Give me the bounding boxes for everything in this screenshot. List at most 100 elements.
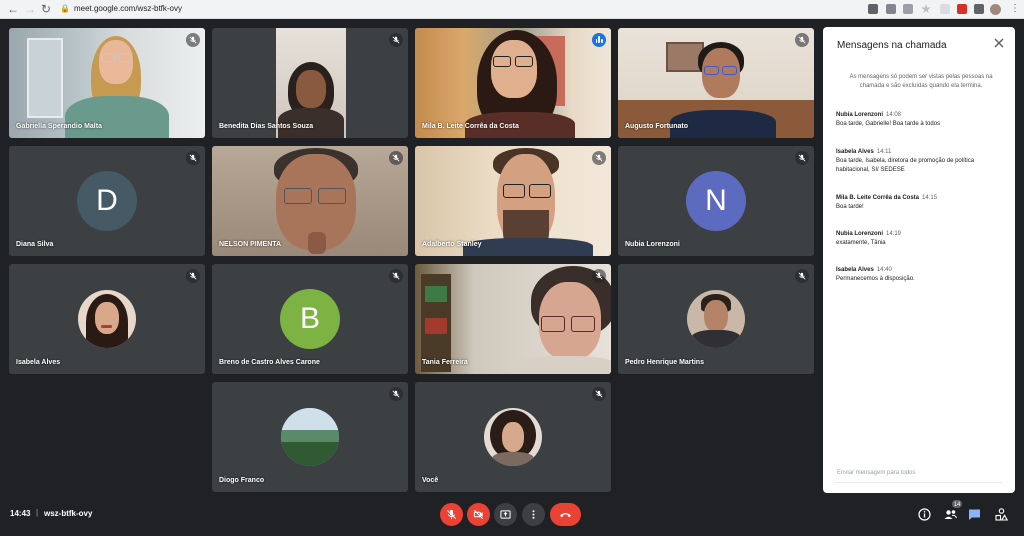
chat-input-underline bbox=[835, 482, 1003, 483]
star-icon[interactable] bbox=[921, 4, 931, 14]
participant-name: Diana Silva bbox=[16, 241, 54, 248]
mic-off-icon bbox=[592, 387, 606, 401]
mic-off-icon bbox=[795, 269, 809, 283]
meeting-time: 14:43 bbox=[10, 509, 31, 518]
share-icon[interactable] bbox=[903, 4, 913, 14]
videocam-off-icon bbox=[473, 509, 484, 520]
activities-icon[interactable] bbox=[995, 508, 1008, 521]
participant-tile[interactable]: Benedita Dias Santos Souza bbox=[212, 28, 408, 138]
hand bbox=[308, 232, 326, 254]
lock-icon: 🔒 bbox=[60, 4, 70, 13]
more-vert-icon[interactable]: ⋮ bbox=[1010, 1, 1020, 17]
mic-off-icon bbox=[592, 269, 606, 283]
call-end-icon bbox=[560, 513, 571, 518]
separator: | bbox=[36, 508, 39, 517]
message-time: 14:19 bbox=[886, 231, 902, 237]
message-text: exatamente, Tânia bbox=[836, 240, 886, 246]
profile-avatar[interactable] bbox=[990, 4, 1001, 15]
avatar-photo bbox=[78, 290, 136, 348]
participant-name: Pedro Henrique Martins bbox=[625, 359, 704, 366]
chat-message: Mila B. Leite Corrêa da Costa 14:15 Boa t… bbox=[836, 194, 1006, 212]
chat-message-input[interactable]: Enviar mensagem para todos bbox=[837, 467, 1003, 479]
participant-tile-self[interactable]: Você bbox=[415, 382, 611, 492]
camera-toggle-button[interactable] bbox=[467, 503, 490, 526]
avatar-photo bbox=[687, 290, 745, 348]
message-sender: Isabela Alves bbox=[836, 267, 874, 273]
participant-tile[interactable]: Adalberto Stanley bbox=[415, 146, 611, 256]
info-icon[interactable] bbox=[918, 508, 931, 521]
message-time: 14:11 bbox=[876, 149, 892, 155]
participant-tile[interactable]: Tania Ferreira bbox=[415, 264, 611, 374]
participant-tile[interactable]: D Diana Silva bbox=[9, 146, 205, 256]
participant-tile[interactable]: Augusto Fortunato bbox=[618, 28, 814, 138]
mic-off-icon bbox=[389, 269, 403, 283]
participant-tile[interactable]: Pedro Henrique Martins bbox=[618, 264, 814, 374]
window-background bbox=[27, 38, 63, 118]
participant-tile[interactable]: Gabriella Sperandio Malta bbox=[9, 28, 205, 138]
participant-tile[interactable]: Diogo Franco bbox=[212, 382, 408, 492]
reload-button[interactable]: ↻ bbox=[41, 1, 51, 17]
extension-icon[interactable] bbox=[940, 4, 950, 14]
avatar-initial: N bbox=[686, 171, 746, 231]
participant-name: Benedita Dias Santos Souza bbox=[219, 123, 314, 130]
participant-name: NELSON PIMENTA bbox=[219, 241, 282, 248]
message-sender: Nubia Lorenzoni bbox=[836, 112, 883, 118]
end-call-button[interactable] bbox=[550, 503, 581, 526]
mic-off-icon bbox=[592, 151, 606, 165]
mic-off-icon bbox=[186, 33, 200, 47]
present-screen-button[interactable] bbox=[494, 503, 517, 526]
close-icon[interactable] bbox=[992, 36, 1006, 50]
participant-name: Augusto Fortunato bbox=[625, 123, 688, 130]
mic-toggle-button[interactable] bbox=[440, 503, 463, 526]
address-bar[interactable]: 🔒 meet.google.com/wsz-btfk-ovy bbox=[60, 1, 182, 17]
chat-panel: Mensagens na chamada As mensagens só pod… bbox=[823, 27, 1015, 493]
chat-message: Isabela Alves 14:11 Boa tarde, Isabela, d… bbox=[836, 148, 1006, 175]
participant-count-badge: 14 bbox=[951, 499, 963, 509]
participant-tile[interactable]: B Breno de Castro Alves Carone bbox=[212, 264, 408, 374]
meeting-code: wsz-btfk-ovy bbox=[44, 509, 93, 518]
message-sender: Isabela Alves bbox=[836, 149, 874, 155]
mic-off-icon bbox=[389, 387, 403, 401]
mic-off-icon bbox=[389, 33, 403, 47]
participant-tile[interactable]: Isabela Alves bbox=[9, 264, 205, 374]
chat-message: Isabela Alves 14:40 Permanecemos à dispos… bbox=[836, 266, 1006, 284]
message-sender: Mila B. Leite Corrêa da Costa bbox=[836, 195, 920, 201]
mic-off-icon bbox=[795, 151, 809, 165]
participant-tile-active-speaker[interactable]: Mila B. Leite Corrêa da Costa bbox=[415, 28, 611, 138]
url-text: meet.google.com/wsz-btfk-ovy bbox=[73, 4, 183, 13]
message-text: Permanecemos à disposição. bbox=[836, 276, 915, 282]
message-time: 14:15 bbox=[922, 195, 938, 201]
speaking-indicator-icon bbox=[592, 33, 606, 47]
chat-message: Nubia Lorenzoni 14:19 exatamente, Tânia bbox=[836, 230, 1006, 248]
avatar-initial: D bbox=[77, 171, 137, 231]
message-time: 14:08 bbox=[886, 112, 902, 118]
record-extension-icon[interactable] bbox=[957, 4, 967, 14]
more-options-button[interactable] bbox=[522, 503, 545, 526]
puzzle-icon[interactable] bbox=[974, 4, 984, 14]
chat-notice: As mensagens só podem ser vistas pelas p… bbox=[849, 74, 993, 89]
message-sender: Nubia Lorenzoni bbox=[836, 231, 883, 237]
chat-icon[interactable] bbox=[968, 508, 981, 521]
mic-off-icon bbox=[186, 151, 200, 165]
more-vert-icon bbox=[532, 510, 535, 519]
participant-tile[interactable]: NELSON PIMENTA bbox=[212, 146, 408, 256]
camera-icon[interactable] bbox=[868, 4, 878, 14]
people-icon[interactable] bbox=[944, 508, 957, 521]
back-button[interactable]: ← bbox=[7, 1, 19, 17]
participant-name: Você bbox=[422, 477, 439, 484]
chat-title: Mensagens na chamada bbox=[837, 40, 947, 51]
avatar-photo bbox=[281, 408, 339, 466]
participant-name: Breno de Castro Alves Carone bbox=[219, 359, 320, 366]
participant-name: Adalberto Stanley bbox=[422, 241, 482, 248]
chat-message: Nubia Lorenzoni 14:08 Boa tarde, Gabriell… bbox=[836, 111, 1006, 129]
search-icon[interactable] bbox=[886, 4, 896, 14]
participant-name: Gabriella Sperandio Malta bbox=[16, 123, 102, 130]
message-time: 14:40 bbox=[876, 267, 892, 273]
participant-name: Tania Ferreira bbox=[422, 359, 468, 366]
forward-button[interactable]: → bbox=[24, 1, 36, 17]
mic-off-icon bbox=[446, 509, 457, 520]
participant-name: Isabela Alves bbox=[16, 359, 61, 366]
participant-tile[interactable]: N Nubia Lorenzoni bbox=[618, 146, 814, 256]
avatar-initial: B bbox=[280, 289, 340, 349]
participant-name: Nubia Lorenzoni bbox=[625, 241, 680, 248]
